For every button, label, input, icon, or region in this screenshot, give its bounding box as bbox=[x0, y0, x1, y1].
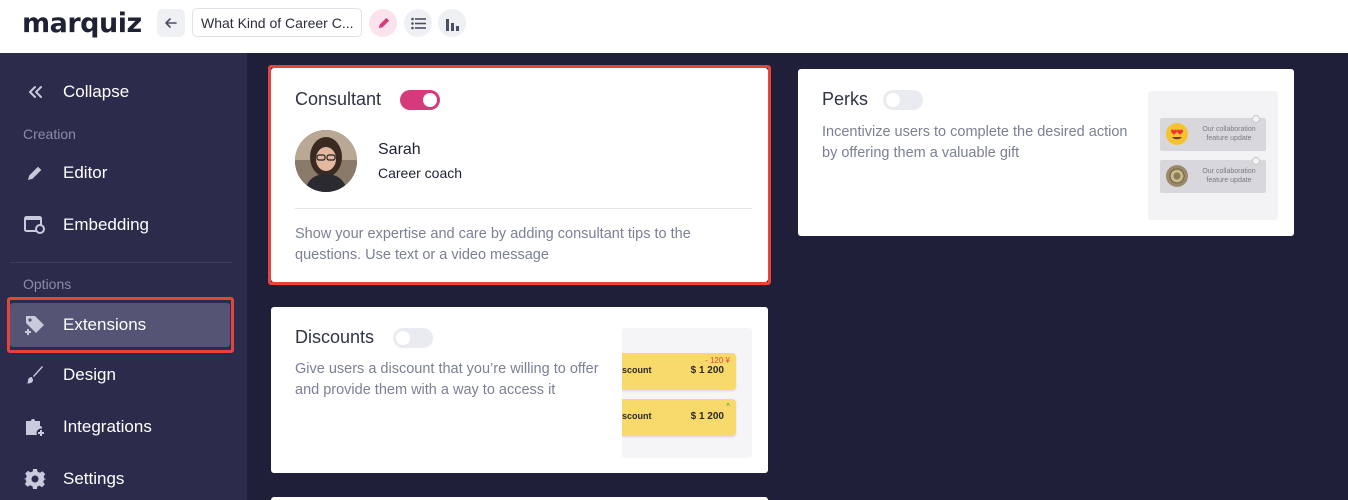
sidebar-collapse-label: Collapse bbox=[63, 82, 130, 101]
coupon-price: $ 1 200 bbox=[690, 411, 724, 422]
coupon-preview: scount $ 1 200 - 120 ¥ bbox=[622, 353, 736, 390]
perk-preview-text: Our collaboration feature update bbox=[1202, 126, 1256, 142]
extensions-highlight-frame bbox=[7, 297, 234, 353]
gear-icon bbox=[24, 468, 46, 490]
discounts-description: Give users a discount that you’re willin… bbox=[295, 361, 599, 398]
sidebar-section-creation: Creation bbox=[23, 126, 76, 142]
coupon-price: $ 1 200 bbox=[690, 365, 724, 376]
coupon-label: scount bbox=[622, 411, 652, 421]
embed-gear-icon bbox=[24, 214, 46, 236]
sidebar-item-settings[interactable]: Settings bbox=[0, 459, 247, 499]
coupon-tag: - 120 ¥ bbox=[705, 356, 730, 365]
sidebar-item-design[interactable]: Design bbox=[0, 355, 247, 395]
edit-mode-button[interactable] bbox=[369, 9, 397, 37]
perk-preview-text: Our collaboration feature update bbox=[1202, 168, 1256, 184]
sidebar-item-integrations[interactable]: Integrations bbox=[0, 407, 247, 447]
brush-icon bbox=[24, 364, 46, 386]
perk-badge-dot bbox=[1252, 157, 1260, 165]
perk-preview-item: Our collaboration feature update bbox=[1160, 115, 1266, 151]
perk-preview-item: Our collaboration feature update bbox=[1160, 157, 1266, 193]
top-bar: marquiz What Kind of Career C... bbox=[0, 0, 1348, 53]
coupon-tag: ^ bbox=[726, 402, 730, 411]
sidebar-item-label: Design bbox=[63, 365, 116, 384]
stats-button[interactable] bbox=[438, 9, 466, 37]
coin-icon bbox=[1166, 165, 1188, 187]
sidebar-item-embedding[interactable]: Embedding bbox=[0, 205, 247, 245]
sidebar-item-label: Embedding bbox=[63, 215, 150, 234]
coupon-preview: scount $ 1 200 ^ bbox=[622, 399, 736, 436]
questions-list-button[interactable] bbox=[404, 9, 432, 37]
consultant-highlight-frame bbox=[268, 65, 771, 285]
perks-title: Perks bbox=[822, 89, 869, 109]
sidebar-section-options: Options bbox=[23, 276, 72, 292]
perks-preview: Our collaboration feature update Our col… bbox=[1148, 91, 1278, 220]
sidebar-item-label: Integrations bbox=[63, 417, 152, 436]
marquiz-logo[interactable]: marquiz bbox=[22, 8, 142, 39]
sidebar-item-editor[interactable]: Editor bbox=[0, 153, 247, 193]
discounts-preview: scount $ 1 200 - 120 ¥ scount $ 1 200 ^ bbox=[622, 328, 752, 458]
pencil-icon bbox=[24, 162, 46, 184]
coupon-label: scount bbox=[622, 365, 652, 375]
sidebar-item-label: Editor bbox=[63, 163, 108, 182]
puzzle-plus-icon bbox=[24, 416, 46, 438]
bar-chart-icon bbox=[446, 18, 459, 31]
perks-description: Incentivize users to complete the desire… bbox=[822, 124, 1128, 161]
sidebar-divider bbox=[10, 262, 232, 263]
sidebar-item-label: Settings bbox=[63, 469, 125, 488]
heart-eyes-emoji-icon bbox=[1166, 123, 1188, 145]
perks-toggle[interactable] bbox=[883, 90, 923, 110]
discounts-toggle[interactable] bbox=[393, 328, 433, 348]
double-chevron-left-icon bbox=[24, 81, 46, 103]
quiz-title-field[interactable]: What Kind of Career C... bbox=[192, 8, 362, 37]
pencil-icon bbox=[378, 17, 389, 28]
arrow-left-icon bbox=[165, 18, 177, 28]
sidebar-collapse[interactable]: Collapse bbox=[0, 72, 247, 112]
discounts-title: Discounts bbox=[295, 327, 375, 347]
perk-badge-dot bbox=[1252, 115, 1260, 123]
list-icon bbox=[410, 17, 426, 29]
back-button[interactable] bbox=[157, 9, 185, 37]
